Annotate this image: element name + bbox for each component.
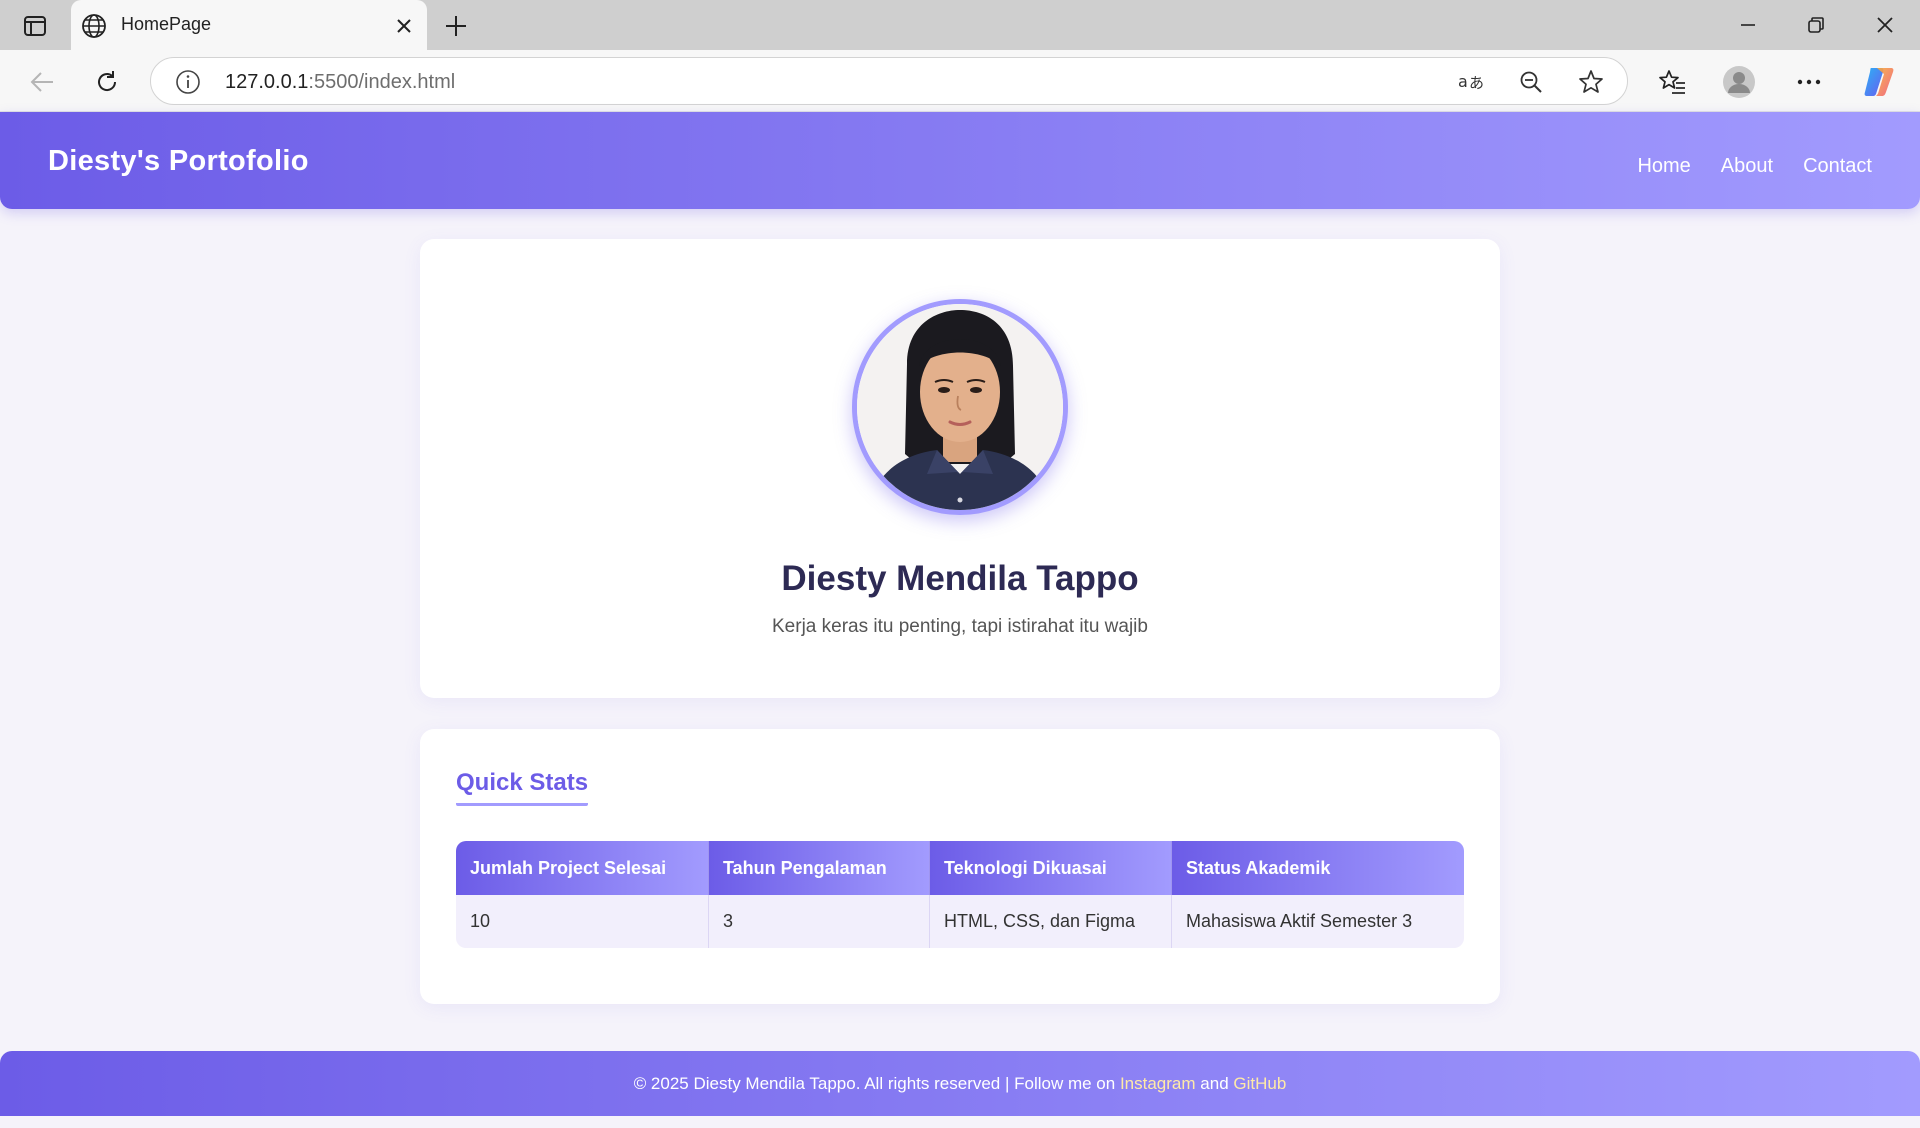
tab-actions-icon[interactable] [16,12,54,40]
nav-link-about[interactable]: About [1721,155,1773,178]
profile-tagline: Kerja keras itu penting, tapi istirahat … [772,616,1148,637]
stats-value-technologies: HTML, CSS, dan Figma [930,895,1172,948]
quick-stats-title: Quick Stats [456,769,589,806]
stats-header-cell: Jumlah Project Selesai [456,841,709,895]
address-bar[interactable]: 127.0.0.1:5500/index.html aあ [150,57,1628,105]
table-row: 10 3 HTML, CSS, dan Figma Mahasiswa Akti… [456,895,1464,948]
url-text[interactable]: 127.0.0.1:5500/index.html [225,71,455,94]
nav-link-home[interactable]: Home [1637,155,1690,178]
reload-icon[interactable] [89,64,125,100]
site-brand[interactable]: Diesty's Portofolio [48,145,309,178]
stats-value-projects: 10 [456,895,709,948]
quick-stats-card: Quick Stats Jumlah Project Selesai Tahun… [420,729,1500,1004]
svg-text:a: a [1458,72,1468,91]
stats-value-experience: 3 [709,895,930,948]
profile-photo [852,299,1068,515]
url-path: :5500/index.html [308,71,456,93]
svg-text:あ: あ [1469,74,1484,92]
browser-tab-strip: HomePage [0,0,1920,51]
stats-header-row: Jumlah Project Selesai Tahun Pengalaman … [456,841,1464,895]
site-info-icon[interactable] [175,69,201,95]
stats-value-academic-status: Mahasiswa Aktif Semester 3 [1172,895,1464,948]
stats-header-cell: Tahun Pengalaman [709,841,930,895]
site-header: Diesty's Portofolio Home About Contact [0,112,1920,209]
profile-card: Diesty Mendila Tappo Kerja keras itu pen… [420,239,1500,698]
back-arrow-icon[interactable] [24,64,60,100]
window-close-icon[interactable] [1861,10,1909,40]
nav-link-contact[interactable]: Contact [1803,155,1872,178]
close-icon[interactable] [391,13,417,39]
main-nav: Home About Contact [1637,155,1872,178]
page-viewport: Diesty's Portofolio Home About Contact D… [0,112,1920,1128]
footer-link-instagram[interactable]: Instagram [1120,1074,1196,1093]
zoom-out-icon[interactable] [1517,68,1545,96]
browser-toolbar: 127.0.0.1:5500/index.html aあ [0,50,1920,112]
browser-tab[interactable]: HomePage [71,0,427,51]
footer-and: and [1200,1074,1229,1093]
favorites-list-icon[interactable] [1654,64,1690,100]
profile-avatar-icon[interactable] [1721,64,1757,100]
profile-name: Diesty Mendila Tappo [781,559,1139,598]
restore-icon[interactable] [1792,10,1840,40]
read-aloud-translate-icon[interactable]: aあ [1457,68,1485,96]
more-menu-icon[interactable] [1791,64,1827,100]
stats-table: Jumlah Project Selesai Tahun Pengalaman … [456,841,1464,948]
minimize-icon[interactable] [1724,10,1772,40]
footer-link-github[interactable]: GitHub [1233,1074,1286,1093]
globe-icon [81,13,107,39]
footer-copyright: © 2025 Diesty Mendila Tappo. All rights … [633,1074,1116,1093]
stats-header-cell: Status Akademik [1172,841,1464,895]
favorite-star-icon[interactable] [1577,68,1605,96]
new-tab-icon[interactable] [440,11,472,41]
stats-header-cell: Teknologi Dikuasai [930,841,1172,895]
site-footer: © 2025 Diesty Mendila Tappo. All rights … [0,1051,1920,1116]
url-host: 127.0.0.1 [225,71,309,93]
tab-title: HomePage [121,14,212,34]
copilot-icon[interactable] [1861,64,1897,100]
